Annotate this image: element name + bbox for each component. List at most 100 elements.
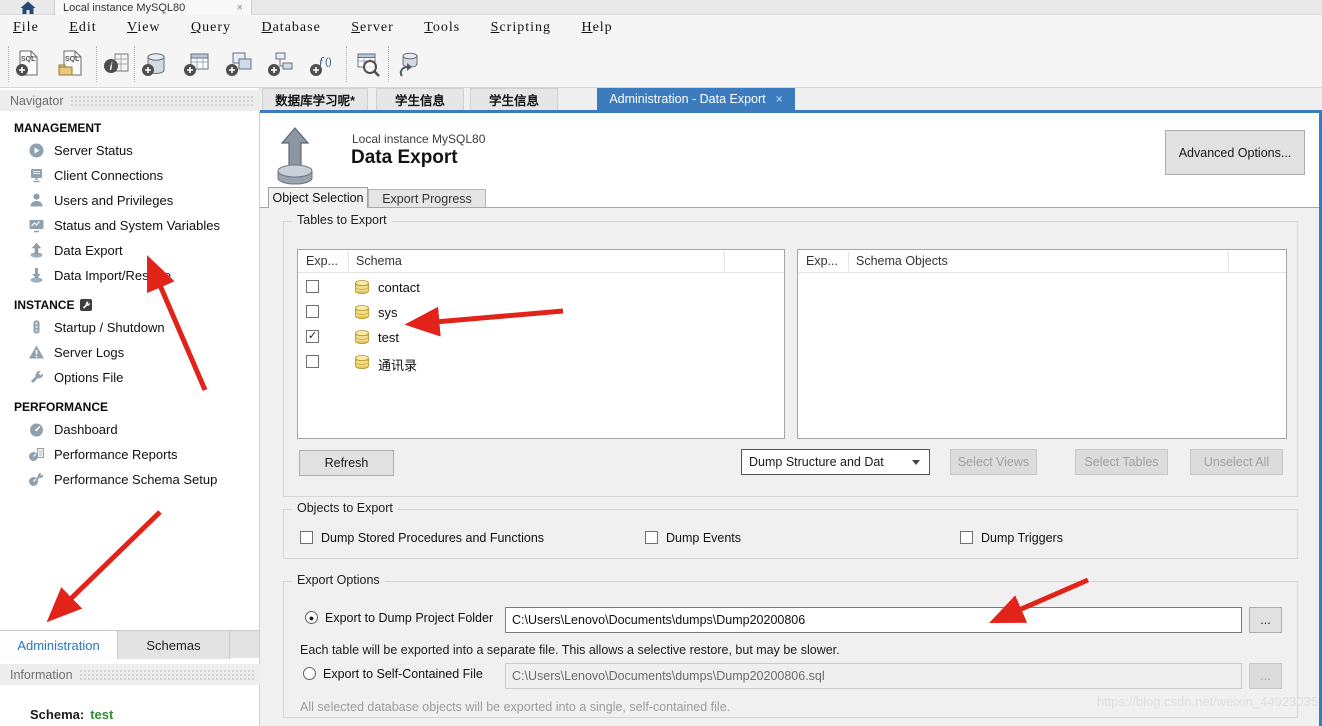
create-procedure-icon[interactable] [266,49,296,79]
sidebar-item-data-export[interactable]: Data Export [0,238,259,263]
column-divider [724,252,725,271]
dump-events-checkbox[interactable] [645,531,658,544]
project-folder-path-input[interactable] [505,607,1242,633]
sidebar-item-startup-shutdown[interactable]: Startup / Shutdown [0,315,259,340]
column-divider [348,252,349,271]
sidebar-item-performance-schema-setup[interactable]: Performance Schema Setup [0,467,259,492]
tables-to-export-legend: Tables to Export [292,213,392,227]
sidebar-item-dashboard[interactable]: Dashboard [0,417,259,442]
doc-tab-3[interactable]: 学生信息 [470,88,558,110]
project-folder-browse-button[interactable]: ... [1249,607,1282,633]
column-divider [1228,252,1229,271]
export-checkbox[interactable] [306,355,319,368]
sidebar-item-users-privileges[interactable]: Users and Privileges [0,188,259,213]
export-checkbox[interactable] [306,280,319,293]
search-table-data-icon[interactable] [352,49,382,79]
select-views-button[interactable]: Select Views [950,449,1037,475]
user-icon [28,192,45,209]
connection-tab-close-icon[interactable]: × [237,2,243,14]
advanced-options-button[interactable]: Advanced Options... [1165,130,1305,175]
schema-objects-list[interactable]: Exp... Schema Objects [797,249,1287,439]
doc-tab-2[interactable]: 学生信息 [376,88,464,110]
instance-wrench-badge-icon [80,299,92,311]
menu-view[interactable]: View [114,15,174,40]
dump-triggers-checkbox[interactable] [960,531,973,544]
project-folder-description: Each table will be exported into a separ… [300,643,840,657]
tab-export-progress[interactable]: Export Progress [368,189,486,208]
page-title: Data Export [351,147,458,169]
export-checkbox-checked[interactable]: ✓ [306,330,319,343]
performance-reports-icon [28,446,45,463]
export-project-folder-radio[interactable]: ● [305,611,318,624]
create-function-icon[interactable]: f () [308,49,338,79]
menu-database[interactable]: Database [248,15,333,40]
export-self-contained-label: Export to Self-Contained File [323,667,483,681]
dump-type-dropdown[interactable]: Dump Structure and Dat [741,449,930,475]
home-icon[interactable] [20,1,36,14]
sidebar-item-options-file[interactable]: Options File [0,365,259,390]
performance-schema-setup-icon [28,471,45,488]
dump-stored-procedures-checkbox[interactable] [300,531,313,544]
export-checkbox[interactable] [306,305,319,318]
svg-text:SQL: SQL [21,56,36,63]
doc-tab-data-export-label: Administration - Data Export [609,92,765,106]
tab-object-selection[interactable]: Object Selection [268,187,368,208]
connection-tab[interactable]: Local instance MySQL80 × [54,0,252,15]
schema-row-test[interactable]: ✓ test [298,325,784,350]
menu-server[interactable]: Server [338,15,407,40]
unselect-all-button[interactable]: Unselect All [1190,449,1283,475]
tab-administration[interactable]: Administration [0,631,118,659]
data-import-icon [28,267,45,284]
tab-schemas[interactable]: Schemas [118,631,230,659]
dump-triggers-label: Dump Triggers [981,531,1063,545]
chevron-down-icon [912,460,920,465]
menu-tools[interactable]: Tools [411,15,473,40]
schema-name: sys [378,305,398,320]
server-status-icon [28,142,45,159]
export-self-contained-radio[interactable] [303,667,316,680]
schema-icon [354,355,370,369]
schema-list[interactable]: Exp... Schema contact sys ✓ test 通讯录 [297,249,785,439]
dotted-filler [79,669,254,681]
col-export: Exp... [806,254,838,268]
menu-file[interactable]: File [0,15,52,40]
sidebar-item-client-connections[interactable]: Client Connections [0,163,259,188]
information-header: Information [0,664,260,685]
dump-stored-procedures-label: Dump Stored Procedures and Functions [321,531,544,545]
create-view-icon[interactable] [224,49,254,79]
reconnect-dbms-icon[interactable] [394,49,424,79]
sidebar-item-server-logs[interactable]: Server Logs [0,340,259,365]
table-inspector-icon[interactable]: i [102,49,132,79]
svg-text:i: i [110,62,113,73]
sidebar-item-performance-reports[interactable]: Performance Reports [0,442,259,467]
schema-row-sys[interactable]: sys [298,300,784,325]
section-performance: PERFORMANCE [14,400,259,414]
col-schema-objects: Schema Objects [856,254,948,268]
menu-help[interactable]: Help [568,15,625,40]
dotted-filler [70,95,255,107]
schema-row-contacts-cn[interactable]: 通讯录 [298,350,784,375]
schema-row-contact[interactable]: contact [298,275,784,300]
menu-query[interactable]: Query [178,15,244,40]
create-table-icon[interactable] [182,49,212,79]
watermark: https://blog.csdn.net/weixin_44923035 [1097,694,1318,709]
navigator-header: Navigator [0,90,260,111]
new-sql-tab-icon[interactable]: SQL [14,49,44,79]
navigator-tree: MANAGEMENT Server Status Client Connecti… [0,111,259,492]
svg-text:(): () [325,57,332,68]
doc-tab-close-icon[interactable]: × [776,92,783,106]
sidebar-item-server-status[interactable]: Server Status [0,138,259,163]
create-schema-icon[interactable] [140,49,170,79]
select-tables-button[interactable]: Select Tables [1075,449,1168,475]
menu-scripting[interactable]: Scripting [478,15,564,40]
schema-list-header: Exp... Schema [298,250,784,273]
menu-edit[interactable]: Edit [56,15,109,40]
section-management: MANAGEMENT [14,121,259,135]
refresh-button[interactable]: Refresh [299,450,394,476]
sidebar-item-status-system-variables[interactable]: Status and System Variables [0,213,259,238]
open-sql-script-icon[interactable]: SQL [56,49,86,79]
sidebar-item-data-import-restore[interactable]: Data Import/Restore [0,263,259,288]
doc-tab-1[interactable]: 数据库学习呢* [262,88,368,110]
objects-to-export-legend: Objects to Export [292,501,398,515]
doc-tab-data-export[interactable]: Administration - Data Export × [597,88,795,110]
